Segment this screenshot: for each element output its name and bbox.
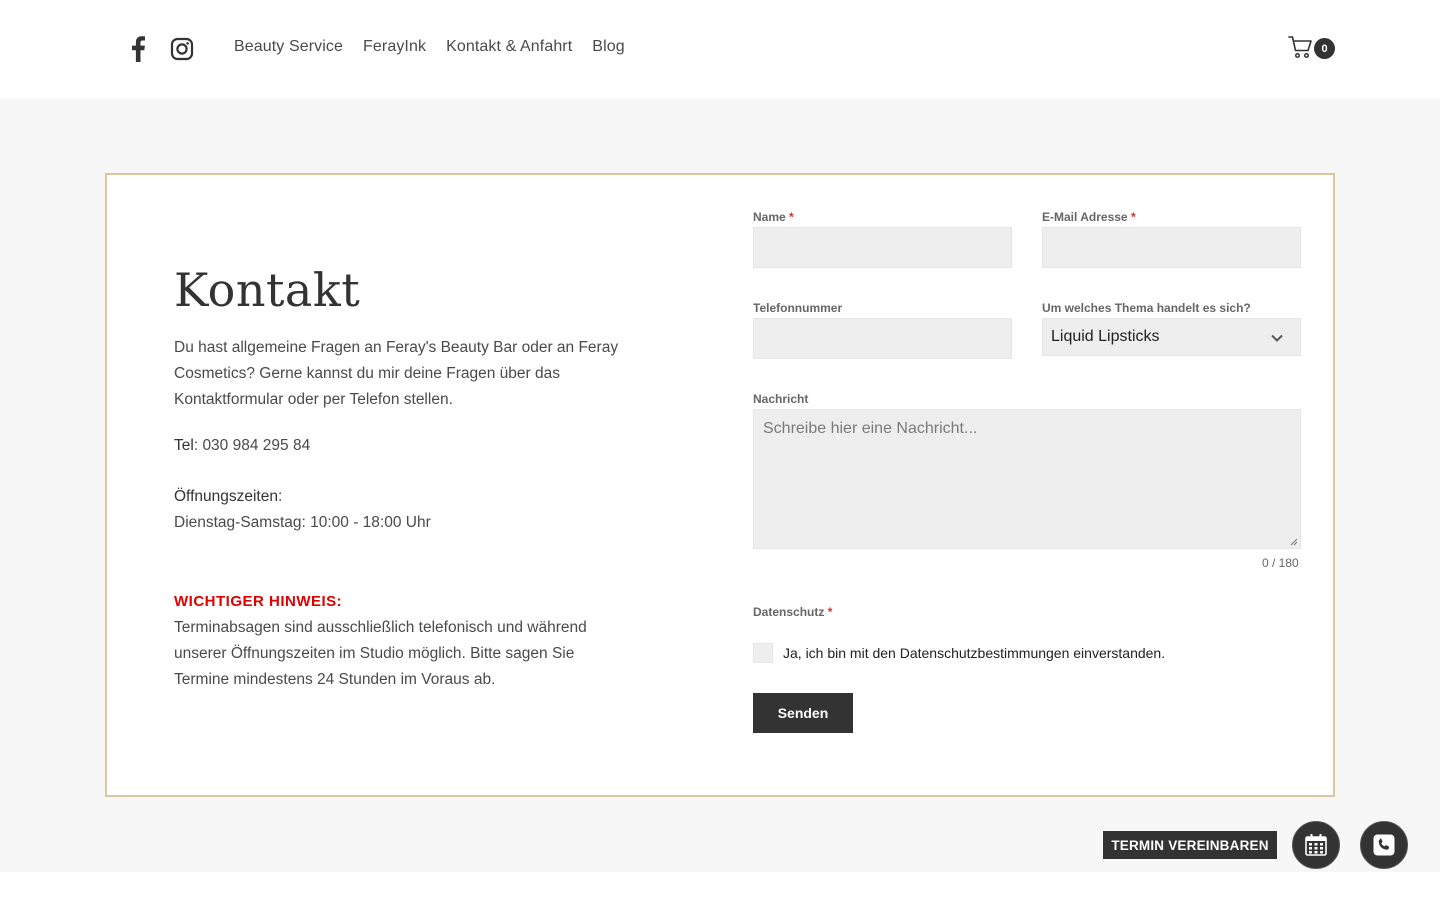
name-input[interactable] [753,227,1012,268]
privacy-label: Datenschutz * [753,605,833,619]
name-label: Name * [753,210,794,224]
phone-icon [1373,834,1395,856]
topic-label: Um welches Thema handelt es sich? [1042,301,1251,315]
calendar-button[interactable] [1292,821,1340,869]
message-label: Nachricht [753,392,809,406]
nav-item-beauty-service[interactable]: Beauty Service [234,38,343,56]
phone-input[interactable] [753,318,1012,359]
warning-title: WICHTIGER HINWEIS: [174,593,343,610]
page-title: Kontakt [174,263,361,317]
nav-item-blog[interactable]: Blog [592,38,624,56]
calendar-icon [1305,834,1327,856]
main-section: Kontakt Du hast allgemeine Fragen an Fer… [0,98,1440,872]
resize-handle-icon[interactable] [1290,538,1298,546]
opening-hours-value: Dienstag-Samstag: 10:00 - 18:00 Uhr [174,514,431,531]
opening-hours-label: Öffnungszeiten: [174,488,283,505]
privacy-checkbox[interactable] [753,643,773,663]
topic-select-value: Liquid Lipsticks [1051,328,1160,345]
chevron-down-icon [1271,334,1283,342]
phone-label: Tel [174,437,194,454]
message-placeholder: Schreibe hier eine Nachricht... [763,420,978,437]
instagram-icon[interactable] [167,34,197,64]
nav-item-ferayink[interactable]: FerayInk [363,38,426,56]
submit-button[interactable]: Senden [753,693,853,733]
facebook-icon[interactable] [123,34,153,64]
email-label: E-Mail Adresse * [1042,210,1136,224]
message-textarea[interactable]: Schreibe hier eine Nachricht... [753,409,1301,549]
privacy-checkbox-label[interactable]: Ja, ich bin mit den Datenschutzbestimmun… [783,645,1165,661]
book-appointment-button[interactable]: TERMIN VEREINBAREN [1103,831,1277,859]
phone-call-button[interactable] [1360,821,1408,869]
phone-info: Tel: 030 984 295 84 [174,437,310,455]
cart-count-badge: 0 [1314,38,1335,59]
email-input[interactable] [1042,227,1301,268]
message-counter: 0 / 180 [1262,556,1299,570]
intro-text: Du hast allgemeine Fragen an Feray's Bea… [174,339,619,408]
contact-card: Kontakt Du hast allgemeine Fragen an Fer… [105,173,1335,797]
cart-button[interactable]: 0 [1288,34,1338,64]
warning-text: Terminabsagen sind ausschließlich telefo… [174,619,587,688]
phone-label: Telefonnummer [753,301,843,315]
nav-item-kontakt-anfahrt[interactable]: Kontakt & Anfahrt [446,38,572,56]
topic-select[interactable]: Liquid Lipsticks [1042,318,1301,356]
cart-icon [1288,36,1312,59]
site-header: Beauty Service FerayInk Kontakt & Anfahr… [0,0,1440,98]
phone-value: : 030 984 295 84 [193,437,311,454]
main-nav: Beauty Service FerayInk Kontakt & Anfahr… [234,38,625,56]
